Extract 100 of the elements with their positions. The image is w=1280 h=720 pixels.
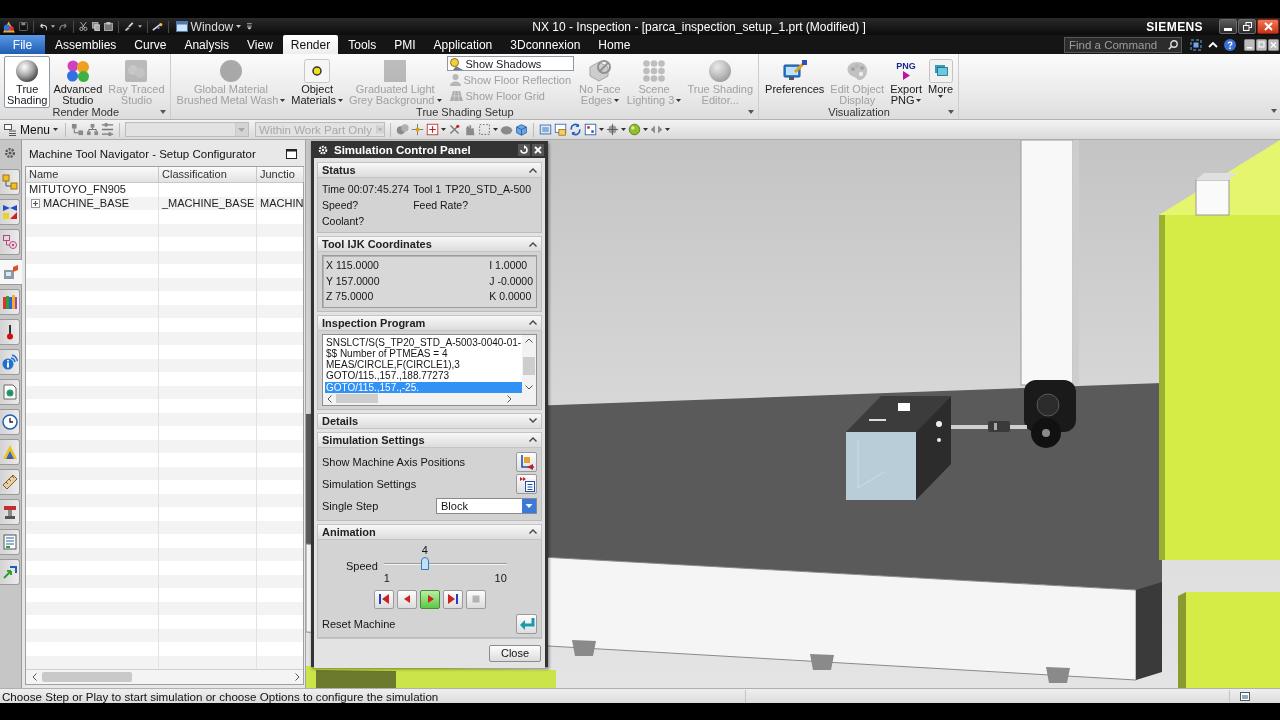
horizontal-scrollbar[interactable] xyxy=(26,669,303,684)
clipboard-icon[interactable] xyxy=(104,21,114,32)
ribbon-button[interactable]: Advanced Studio xyxy=(50,56,106,107)
overlapping-windows-icon[interactable] xyxy=(554,123,568,136)
expand-icon[interactable] xyxy=(31,198,40,208)
ribbon-tab[interactable]: Tools xyxy=(340,36,385,54)
resource-tab[interactable] xyxy=(0,409,20,435)
speed-slider-track[interactable] xyxy=(383,555,507,572)
axis-positions-button[interactable] xyxy=(516,451,537,472)
squares-icon[interactable] xyxy=(584,123,598,136)
resource-tab[interactable] xyxy=(0,559,20,585)
app-logo-icon[interactable] xyxy=(3,19,15,34)
close-icon[interactable] xyxy=(1268,38,1279,51)
lines-caret-icon[interactable] xyxy=(247,23,253,30)
column-header[interactable]: Classification xyxy=(159,167,257,182)
section-header[interactable]: Animation xyxy=(317,523,542,540)
ribbon-tab[interactable]: Curve xyxy=(126,36,175,54)
ribbon-tab[interactable]: Application xyxy=(425,36,501,54)
corner-arrow-icon[interactable] xyxy=(948,110,955,114)
ribbon-tab[interactable]: Render xyxy=(282,35,339,54)
tree-node-label[interactable]: MITUTOYO_FN905 xyxy=(29,183,126,197)
dashed-frame-icon[interactable] xyxy=(1190,38,1202,51)
plus-box-icon[interactable] xyxy=(426,123,440,136)
window-icon[interactable] xyxy=(1240,691,1250,701)
single-step-dropdown[interactable]: Block xyxy=(436,497,537,514)
brush-icon[interactable] xyxy=(124,21,134,32)
column-header[interactable]: Junctio xyxy=(257,167,304,182)
menu-button[interactable]: Menu xyxy=(2,121,61,138)
restore-icon[interactable] xyxy=(1256,38,1267,51)
ribbon-tab[interactable]: Analysis xyxy=(176,36,238,54)
close-button[interactable]: Close xyxy=(489,644,541,662)
circular-arrow-icon[interactable] xyxy=(518,143,530,156)
close-icon[interactable] xyxy=(532,143,544,156)
cross-icon[interactable] xyxy=(448,123,462,136)
chevron-up-icon[interactable] xyxy=(1208,41,1218,48)
cube-icon[interactable] xyxy=(515,123,529,136)
resource-tab[interactable] xyxy=(0,289,20,315)
resource-tab[interactable] xyxy=(0,199,20,225)
sliders-icon[interactable] xyxy=(101,123,115,136)
playback-button[interactable] xyxy=(419,589,440,609)
playback-button[interactable] xyxy=(373,589,394,609)
scissors-icon[interactable] xyxy=(78,21,88,32)
section-header[interactable]: Inspection Program xyxy=(317,314,542,331)
section-header[interactable]: Status xyxy=(317,162,542,178)
ribbon-button[interactable]: True Shading xyxy=(4,56,51,108)
ribbon-toggle[interactable]: Show Shadows xyxy=(446,56,575,71)
section-header[interactable]: Simulation Settings xyxy=(317,431,542,448)
playback-button[interactable] xyxy=(442,589,463,609)
reset-machine-button[interactable] xyxy=(516,613,537,634)
tree-icon[interactable] xyxy=(86,123,100,136)
search-icon[interactable] xyxy=(1168,39,1178,50)
scrollbar-thumb[interactable] xyxy=(523,356,535,375)
program-line[interactable]: $$ Number of PTMEAS = 4 xyxy=(325,347,522,360)
rotate-icon[interactable] xyxy=(569,123,583,136)
window-menu[interactable]: Window xyxy=(173,19,244,34)
scrollbar-thumb[interactable] xyxy=(42,672,132,682)
crosshair-point-icon[interactable] xyxy=(411,123,425,136)
command-search-field[interactable]: Find a Command xyxy=(1064,36,1182,53)
ribbon-tab[interactable]: View xyxy=(239,36,281,54)
resource-tab[interactable] xyxy=(0,319,20,345)
caret-icon[interactable] xyxy=(643,128,649,131)
caret-icon[interactable] xyxy=(621,128,627,131)
column-header[interactable]: Name xyxy=(26,167,159,182)
maximize-icon[interactable] xyxy=(286,149,297,159)
tree-node-label[interactable]: MACHINE_BASE xyxy=(43,196,130,210)
close-button[interactable] xyxy=(1257,19,1279,34)
corner-arrow-icon[interactable] xyxy=(748,110,755,114)
ribbon-tab[interactable]: 3Dconnexion xyxy=(502,36,589,54)
restore-button[interactable] xyxy=(1238,19,1256,34)
wand-icon[interactable] xyxy=(152,21,163,32)
copy-icon[interactable] xyxy=(91,21,101,32)
caret-icon[interactable] xyxy=(599,128,605,131)
redo-arrow-icon[interactable] xyxy=(59,21,69,32)
resource-tab[interactable] xyxy=(0,469,20,495)
caret-icon[interactable] xyxy=(665,128,671,131)
program-line[interactable]: MEAS/CIRCLE,F(CIRCLE1),3 xyxy=(325,359,522,371)
ribbon-button[interactable]: Preferences xyxy=(762,56,828,96)
playback-button[interactable] xyxy=(396,589,417,609)
ribbon-button[interactable]: More xyxy=(924,56,957,99)
corner-arrow-icon[interactable] xyxy=(159,110,166,114)
minimize-button[interactable] xyxy=(1219,19,1237,34)
file-menu-button[interactable]: File xyxy=(0,35,45,54)
crosshair-icon[interactable] xyxy=(606,123,620,136)
minimize-icon[interactable] xyxy=(1244,38,1255,51)
slider-thumb[interactable] xyxy=(420,556,429,570)
frame-icon[interactable] xyxy=(539,123,553,136)
caret-icon[interactable] xyxy=(51,25,56,28)
building-icon[interactable] xyxy=(463,123,477,136)
corner-arrow-icon[interactable] xyxy=(1271,109,1277,113)
resource-tab[interactable] xyxy=(0,499,20,525)
scrollbar-thumb[interactable] xyxy=(336,394,378,404)
undo-arrow-icon[interactable] xyxy=(38,21,48,32)
ribbon-tab[interactable]: Assemblies xyxy=(47,36,125,54)
help-icon[interactable] xyxy=(1224,38,1236,51)
circles-icon[interactable] xyxy=(396,123,410,136)
ribbon-tab[interactable]: PMI xyxy=(386,36,424,54)
caret-icon[interactable] xyxy=(137,25,142,28)
caret-icon[interactable] xyxy=(493,128,499,131)
nodes-icon[interactable] xyxy=(71,123,85,136)
ribbon-button[interactable]: PNG Export PNG xyxy=(887,56,925,107)
